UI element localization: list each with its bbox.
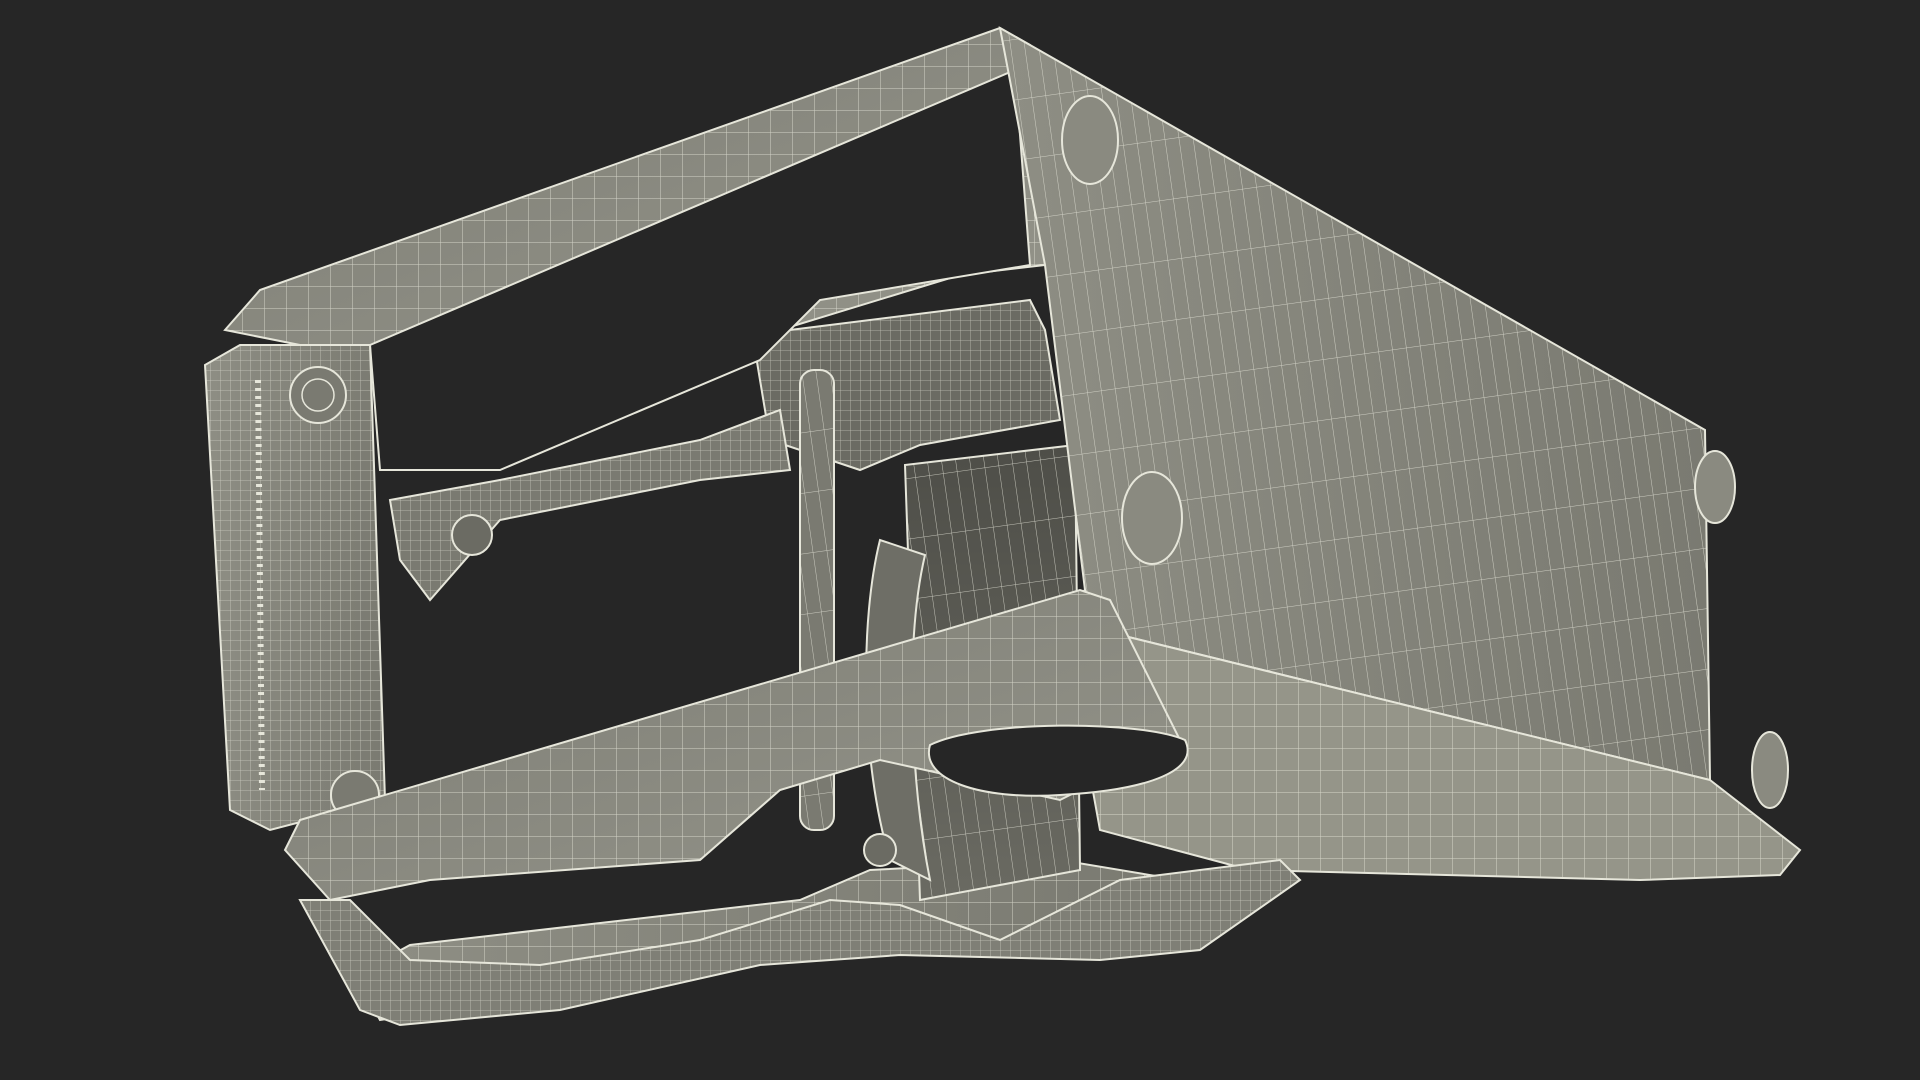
bolt-box-4 [1751,731,1789,809]
bolt-top-left [289,366,347,424]
bolt-box-2 [1121,471,1183,565]
left-post [203,344,387,832]
bolt-box-3 [1694,450,1736,524]
render-viewport [0,0,1920,1080]
bolt-box-1 [1061,95,1119,185]
wireframe-render [203,26,1802,1027]
